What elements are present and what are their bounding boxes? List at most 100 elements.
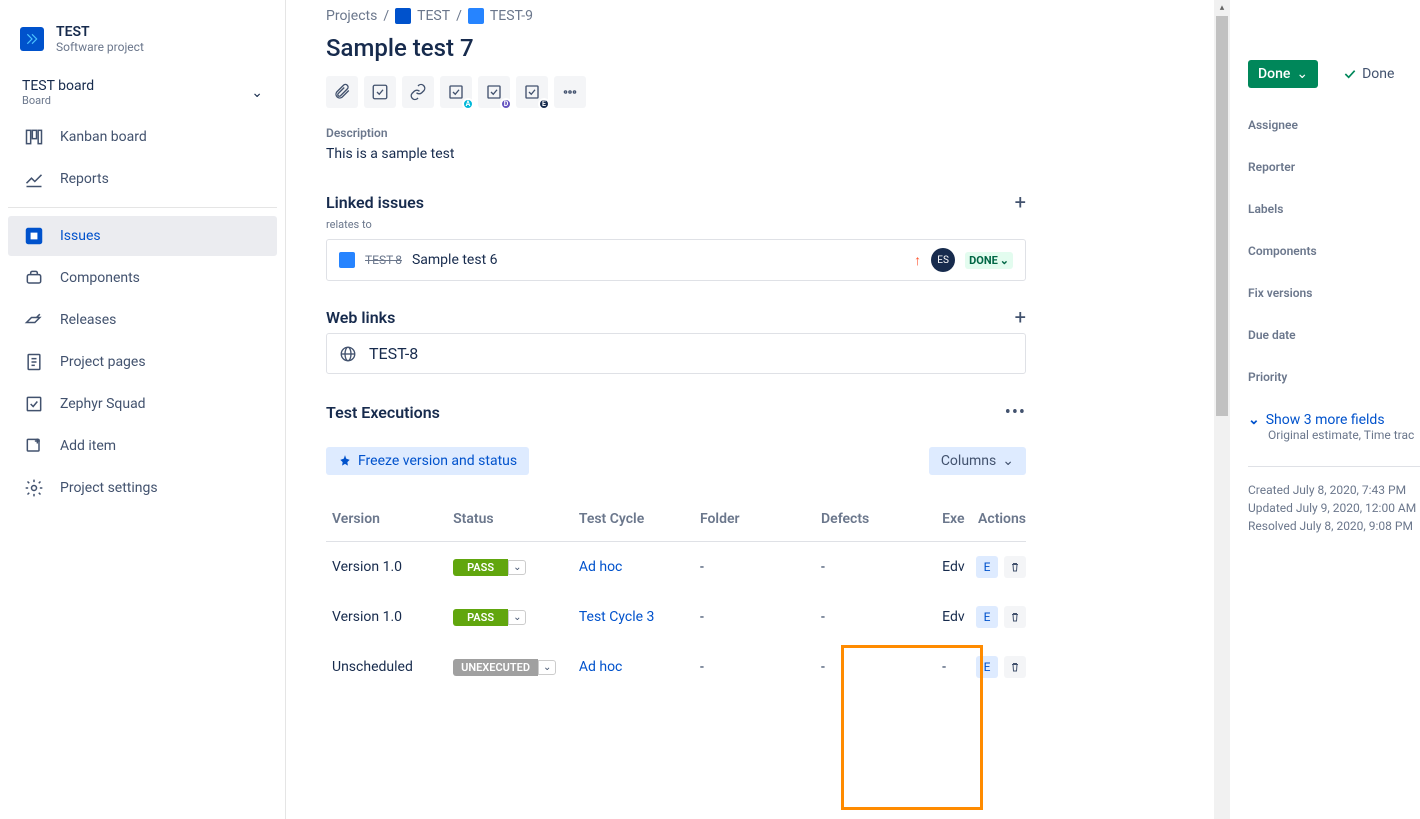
cell-folder: -	[700, 659, 821, 675]
components-icon	[22, 266, 46, 290]
more-button[interactable]	[554, 76, 586, 108]
nav-components[interactable]: Components	[8, 258, 277, 298]
freeze-button[interactable]: Freeze version and status	[326, 447, 529, 475]
gear-icon	[22, 476, 46, 500]
status-button[interactable]: Done ⌄	[1248, 60, 1318, 88]
col-folder[interactable]: Folder	[700, 511, 821, 527]
link-button[interactable]	[402, 76, 434, 108]
col-actions[interactable]: Actions	[970, 511, 1026, 527]
field-labels[interactable]: Labels	[1248, 202, 1420, 216]
delete-button[interactable]	[1004, 606, 1026, 628]
project-type-icon	[395, 8, 411, 24]
status-dropdown[interactable]: UNEXECUTED⌄	[453, 659, 579, 676]
columns-button[interactable]: Columns ⌄	[929, 447, 1026, 475]
col-version[interactable]: Version	[332, 511, 453, 527]
col-status[interactable]: Status	[453, 511, 579, 527]
execute-button[interactable]: E	[976, 606, 998, 628]
delete-button[interactable]	[1004, 656, 1026, 678]
nav-settings[interactable]: Project settings	[8, 468, 277, 508]
description-text[interactable]: This is a sample test	[326, 146, 1026, 162]
subtask-button[interactable]	[364, 76, 396, 108]
cell-status: PASS⌄	[453, 559, 579, 576]
breadcrumb-project[interactable]: TEST	[417, 8, 450, 24]
col-defects[interactable]: Defects	[821, 511, 942, 527]
breadcrumb: Projects / TEST / TEST-9	[326, 8, 1026, 24]
description-label: Description	[326, 126, 1026, 140]
field-components[interactable]: Components	[1248, 244, 1420, 258]
zephyr-icon	[22, 392, 46, 416]
execute-button[interactable]: E	[976, 656, 998, 678]
nav-reports[interactable]: Reports	[8, 159, 277, 199]
chevron-down-icon: ⌄	[1296, 66, 1308, 82]
chevron-down-icon: ⌄	[1248, 412, 1260, 428]
nav-releases[interactable]: Releases	[8, 300, 277, 340]
updated-date: Updated July 9, 2020, 12:00 AM	[1248, 501, 1420, 515]
cell-cycle[interactable]: Ad hoc	[579, 659, 700, 675]
cell-folder: -	[700, 559, 821, 575]
cell-executed-by: -	[942, 659, 970, 675]
status-dropdown[interactable]: PASS⌄	[453, 559, 579, 576]
cell-cycle[interactable]: Ad hoc	[579, 559, 700, 575]
project-name: TEST	[56, 24, 144, 40]
board-name: TEST board	[22, 78, 94, 94]
status-dropdown[interactable]: PASS⌄	[453, 609, 579, 626]
add-weblink-button[interactable]: +	[1015, 305, 1026, 329]
nav-zephyr[interactable]: Zephyr Squad	[8, 384, 277, 424]
reports-icon	[22, 167, 46, 191]
nav-kanban[interactable]: Kanban board	[8, 117, 277, 157]
cell-executed-by: Edv	[942, 609, 970, 625]
execution-row: Unscheduled UNEXECUTED⌄ Ad hoc - - - E	[326, 642, 1026, 692]
nav-add-item[interactable]: Add item	[8, 426, 277, 466]
pages-icon	[22, 350, 46, 374]
linked-issue-card[interactable]: TEST-8 Sample test 6 ↑ ES DONE⌄	[326, 239, 1026, 281]
field-assignee[interactable]: Assignee	[1248, 118, 1420, 132]
assignee-avatar: ES	[931, 248, 955, 272]
scrollbar-thumb[interactable]	[1216, 16, 1228, 416]
cell-cycle[interactable]: Test Cycle 3	[579, 609, 700, 625]
issue-title[interactable]: Sample test 7	[326, 34, 1026, 62]
linked-status-lozenge[interactable]: DONE⌄	[965, 252, 1013, 269]
col-cycle[interactable]: Test Cycle	[579, 511, 700, 527]
cell-defects: -	[821, 659, 942, 675]
executions-more-button[interactable]: •••	[1005, 402, 1026, 423]
done-indicator: Done	[1342, 66, 1394, 82]
weblink-card[interactable]: TEST-8	[326, 333, 1026, 374]
field-priority[interactable]: Priority	[1248, 370, 1420, 384]
field-reporter[interactable]: Reporter	[1248, 160, 1420, 174]
issue-type-icon	[468, 8, 484, 24]
breadcrumb-projects[interactable]: Projects	[326, 8, 377, 24]
nav-pages[interactable]: Project pages	[8, 342, 277, 382]
main-content: Projects / TEST / TEST-9 Sample test 7 A…	[286, 0, 1230, 819]
col-exec[interactable]: Exe	[942, 511, 970, 527]
linked-issue-key: TEST-8	[365, 253, 402, 267]
attach-button[interactable]	[326, 76, 358, 108]
dates-section: Created July 8, 2020, 7:43 PM Updated Ju…	[1248, 466, 1420, 533]
zephyr-e-button[interactable]: E	[516, 76, 548, 108]
nav-issues[interactable]: Issues	[8, 216, 277, 256]
project-type: Software project	[56, 40, 144, 54]
show-more-fields[interactable]: ⌄ Show 3 more fields	[1248, 412, 1420, 428]
board-sub: Board	[22, 94, 94, 107]
field-due-date[interactable]: Due date	[1248, 328, 1420, 342]
field-fix-versions[interactable]: Fix versions	[1248, 286, 1420, 300]
breadcrumb-issue[interactable]: TEST-9	[490, 8, 533, 24]
execution-row: Version 1.0 PASS⌄ Test Cycle 3 - - Edv E	[326, 592, 1026, 642]
execution-row: Version 1.0 PASS⌄ Ad hoc - - Edv E	[326, 542, 1026, 592]
execute-button[interactable]: E	[976, 556, 998, 578]
add-linked-issue-button[interactable]: +	[1015, 190, 1026, 214]
created-date: Created July 8, 2020, 7:43 PM	[1248, 483, 1420, 497]
chevron-down-icon: ⌄	[251, 85, 263, 101]
zephyr-a-button[interactable]: A	[440, 76, 472, 108]
issues-icon	[22, 224, 46, 248]
zephyr-d-button[interactable]: D	[478, 76, 510, 108]
scroll-up-icon[interactable]: ▴	[1214, 0, 1230, 16]
board-selector[interactable]: TEST board Board ⌄	[8, 70, 277, 115]
cell-version: Version 1.0	[332, 609, 453, 625]
scrollbar-track[interactable]: ▴	[1214, 0, 1230, 819]
linked-issue-type-icon	[339, 252, 355, 268]
test-executions-header: Test Executions	[326, 403, 440, 422]
cell-status: PASS⌄	[453, 609, 579, 626]
delete-button[interactable]	[1004, 556, 1026, 578]
project-header[interactable]: TEST Software project	[8, 16, 277, 70]
details-panel: Done ⌄ Done Assignee Reporter Labels Com…	[1230, 0, 1420, 819]
